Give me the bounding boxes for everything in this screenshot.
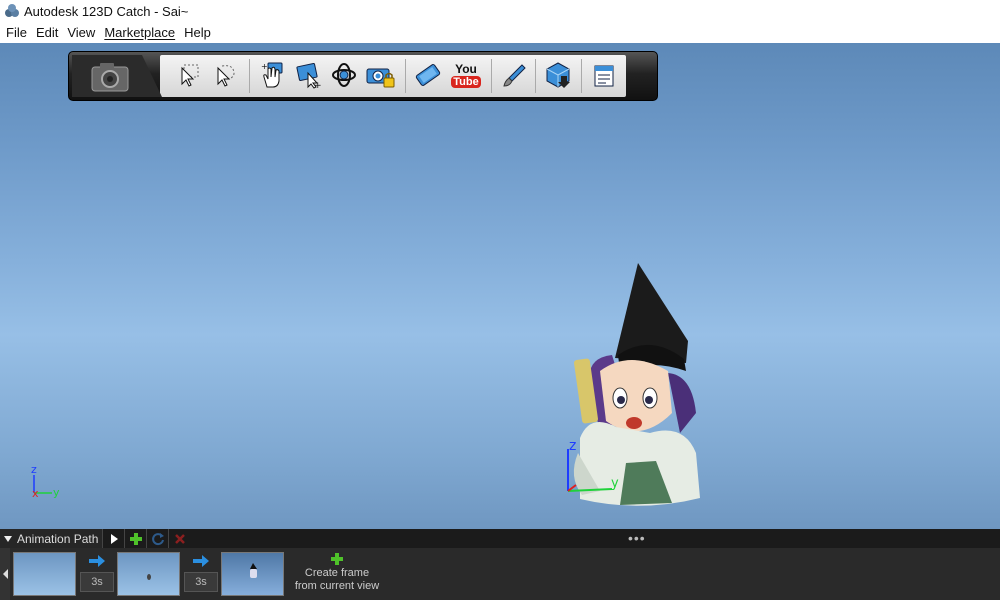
scroll-left-button[interactable] bbox=[0, 548, 10, 600]
model-axis-y-label: y bbox=[611, 476, 619, 491]
orbit-icon[interactable] bbox=[327, 57, 361, 93]
create-frame-button[interactable]: Create frame from current view bbox=[292, 550, 382, 598]
animation-frames-strip: 3s 3s Create frame from current view bbox=[0, 548, 1000, 600]
lock-camera-icon[interactable] bbox=[363, 57, 397, 93]
svg-text:+: + bbox=[314, 81, 322, 89]
axis-z-label: z bbox=[31, 463, 37, 476]
pan-hand-icon[interactable]: + bbox=[255, 57, 289, 93]
menu-bar: File Edit View Marketplace Help bbox=[0, 22, 1000, 43]
video-clip-icon[interactable] bbox=[411, 57, 445, 93]
create-frame-sublabel: from current view bbox=[294, 580, 380, 592]
axis-y-label: y bbox=[53, 486, 60, 499]
refresh-icon bbox=[151, 532, 164, 545]
settings-sheet-icon[interactable] bbox=[587, 57, 621, 93]
menu-help[interactable]: Help bbox=[180, 25, 215, 40]
animation-path-tab[interactable]: Animation Path bbox=[0, 529, 104, 548]
axis-indicator-model: z y bbox=[567, 438, 619, 492]
capture-button[interactable] bbox=[72, 55, 164, 97]
axis-x-label: x bbox=[32, 487, 39, 500]
animation-path-label: Animation Path bbox=[17, 531, 99, 546]
transition-duration[interactable]: 3s bbox=[184, 572, 218, 592]
arrow-right-icon bbox=[193, 555, 209, 567]
collapse-triangle-icon[interactable] bbox=[4, 535, 12, 542]
model-axis-z-label: z bbox=[569, 438, 576, 454]
panel-drag-handle[interactable]: ••• bbox=[628, 529, 646, 548]
keyframe-thumbnail-2[interactable] bbox=[117, 552, 180, 596]
add-frame-button[interactable] bbox=[125, 529, 148, 548]
plus-icon bbox=[331, 553, 343, 565]
svg-text:+: + bbox=[261, 62, 268, 71]
animation-path-header: Animation Path ••• bbox=[0, 529, 1000, 548]
zoom-add-icon[interactable]: + bbox=[291, 57, 325, 93]
lasso-select-icon[interactable] bbox=[208, 57, 242, 93]
play-icon bbox=[110, 533, 118, 544]
camera-icon bbox=[72, 55, 162, 97]
menu-view[interactable]: View bbox=[63, 25, 99, 40]
delete-button[interactable] bbox=[169, 529, 191, 548]
chevron-left-icon bbox=[2, 569, 8, 579]
select-arrow-icon[interactable] bbox=[172, 57, 206, 93]
close-icon bbox=[175, 533, 186, 544]
axis-indicator-small: z x y bbox=[31, 463, 60, 500]
plus-icon bbox=[129, 532, 142, 545]
play-button[interactable] bbox=[103, 529, 126, 548]
transition-2[interactable]: 3s bbox=[184, 552, 218, 596]
menu-marketplace[interactable]: Marketplace bbox=[100, 25, 179, 40]
refresh-button[interactable] bbox=[147, 529, 170, 548]
transition-duration[interactable]: 3s bbox=[80, 572, 114, 592]
youtube-icon[interactable]: You Tube bbox=[449, 57, 483, 93]
keyframe-thumbnail-1[interactable] bbox=[13, 552, 76, 596]
title-bar: Autodesk 123D Catch - Sai~ bbox=[0, 0, 1000, 22]
create-frame-label: Create frame bbox=[304, 567, 370, 579]
transition-1[interactable]: 3s bbox=[80, 552, 114, 596]
arrow-right-icon bbox=[89, 555, 105, 567]
menu-file[interactable]: File bbox=[2, 25, 31, 40]
keyframe-thumbnail-3[interactable] bbox=[221, 552, 284, 596]
window-title: Autodesk 123D Catch - Sai~ bbox=[24, 3, 189, 19]
menu-edit[interactable]: Edit bbox=[32, 25, 62, 40]
brush-icon[interactable] bbox=[497, 57, 531, 93]
export-mesh-icon[interactable] bbox=[541, 57, 575, 93]
main-toolbar: + + You Tube bbox=[68, 51, 658, 101]
app-logo-icon bbox=[5, 4, 19, 17]
3d-viewport[interactable]: + + You Tube z x y z y bbox=[0, 43, 1000, 529]
